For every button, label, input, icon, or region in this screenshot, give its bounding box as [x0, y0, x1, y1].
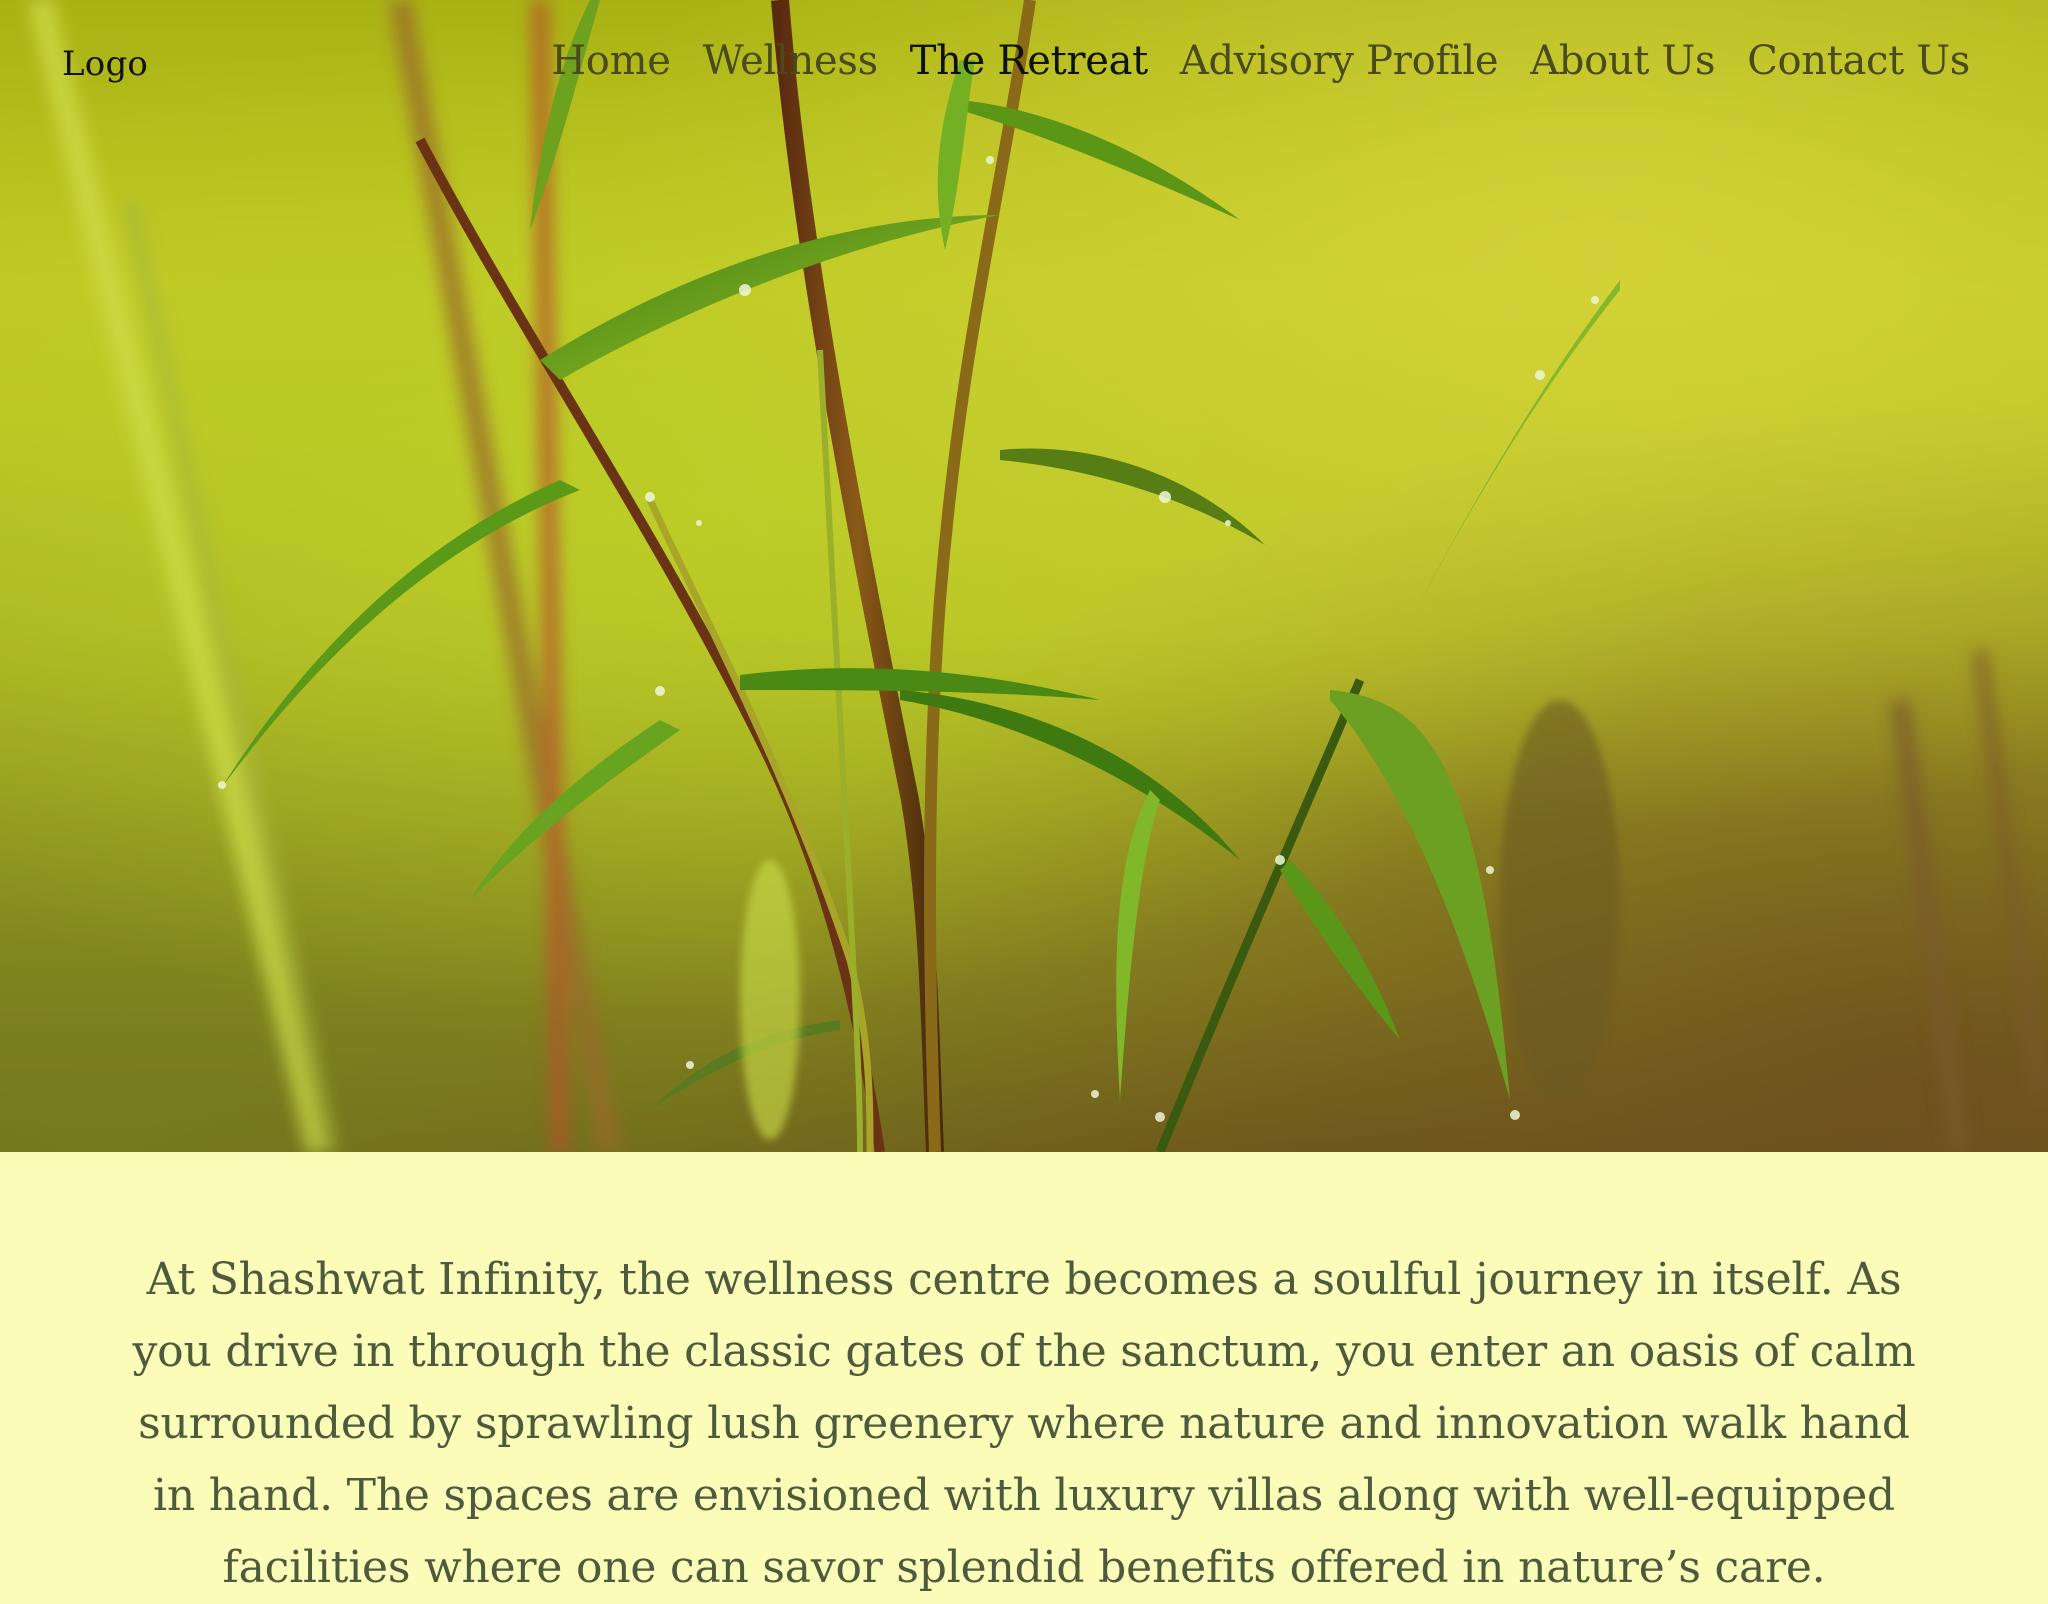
- nav-item-the-retreat[interactable]: The Retreat: [910, 38, 1148, 84]
- nav-item-about-us[interactable]: About Us: [1530, 38, 1715, 84]
- nav-item-wellness[interactable]: Wellness: [703, 38, 879, 84]
- nav-item-home[interactable]: Home: [551, 38, 671, 84]
- main-nav: Home Wellness The Retreat Advisory Profi…: [551, 38, 1970, 84]
- bamboo-hero-image: [27, 0, 2047, 1152]
- hero-banner: [0, 0, 2048, 1152]
- logo[interactable]: Logo: [62, 44, 148, 84]
- intro-paragraph: At Shashwat Infinity, the wellness centr…: [132, 1254, 1916, 1593]
- nav-item-advisory-profile[interactable]: Advisory Profile: [1180, 38, 1499, 84]
- nav-item-contact-us[interactable]: Contact Us: [1747, 38, 1970, 84]
